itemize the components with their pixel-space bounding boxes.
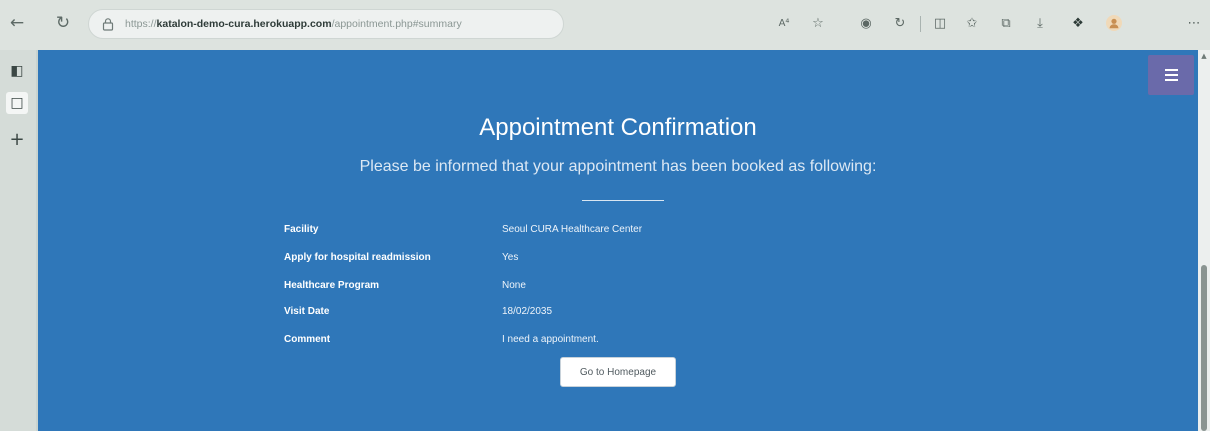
refresh-icon[interactable]: ↻ bbox=[52, 12, 74, 34]
detail-label: Visit Date bbox=[284, 306, 330, 317]
split-screen-icon[interactable]: ◫ bbox=[930, 13, 950, 33]
favorite-icon[interactable]: ☆ bbox=[808, 13, 828, 33]
lock-icon[interactable] bbox=[101, 17, 115, 31]
toolbar-divider bbox=[920, 16, 921, 32]
menu-toggle-button[interactable] bbox=[1148, 55, 1194, 95]
copilot-icon[interactable]: ↻ bbox=[890, 13, 910, 33]
detail-value: None bbox=[502, 280, 526, 291]
detail-row-facility: Facility Seoul CURA Healthcare Center bbox=[284, 224, 884, 242]
detail-label: Facility bbox=[284, 224, 319, 235]
url-protocol: https:// bbox=[125, 18, 157, 30]
browser-toolbar: ← ↻ https:// katalon-demo-cura.herokuapp… bbox=[0, 0, 1210, 50]
scrollbar[interactable]: ▲ bbox=[1198, 50, 1210, 431]
page-subtitle: Please be informed that your appointment… bbox=[359, 158, 877, 175]
vertical-tab-strip: ◧ □ + bbox=[0, 50, 36, 431]
back-icon[interactable]: ← bbox=[6, 12, 28, 34]
detail-label: Apply for hospital readmission bbox=[284, 252, 431, 263]
extension-puzzle-icon[interactable]: ❖ bbox=[1068, 13, 1088, 33]
detail-row-program: Healthcare Program None bbox=[284, 280, 884, 298]
url-host: katalon-demo-cura.herokuapp.com bbox=[156, 18, 332, 30]
new-tab-icon[interactable]: + bbox=[6, 128, 28, 150]
more-icon[interactable]: ⋯ bbox=[1184, 13, 1204, 33]
detail-label: Healthcare Program bbox=[284, 280, 380, 291]
go-to-homepage-button[interactable]: Go to Homepage bbox=[560, 357, 676, 387]
detail-value: I need a appointment. bbox=[502, 334, 599, 345]
profile-icon[interactable] bbox=[1104, 13, 1124, 33]
page-title: Appointment Confirmation bbox=[479, 114, 757, 141]
detail-value: Yes bbox=[502, 252, 519, 263]
url-path: /appointment.php#summary bbox=[331, 18, 462, 30]
detail-value: Seoul CURA Healthcare Center bbox=[502, 224, 643, 235]
detail-label: Comment bbox=[284, 334, 331, 345]
menu-bar-icon bbox=[1164, 74, 1178, 76]
scroll-up-icon[interactable]: ▲ bbox=[1200, 52, 1208, 60]
extension-icon[interactable]: ◉ bbox=[856, 13, 876, 33]
page-icon[interactable]: □ bbox=[6, 92, 28, 114]
detail-row-visit-date: Visit Date 18/02/2035 bbox=[284, 306, 884, 324]
detail-row-comment: Comment I need a appointment. bbox=[284, 334, 884, 352]
appointment-summary-page: Appointment Confirmation Please be infor… bbox=[38, 50, 1198, 431]
favorites-bar-icon[interactable]: ✩ bbox=[962, 13, 982, 33]
tab-actions-icon[interactable]: ◧ bbox=[6, 60, 28, 82]
scroll-thumb[interactable] bbox=[1201, 265, 1207, 431]
read-aloud-icon[interactable]: A⁴ bbox=[774, 13, 794, 33]
menu-bar-icon bbox=[1164, 79, 1178, 81]
address-bar[interactable]: https:// katalon-demo-cura.herokuapp.com… bbox=[88, 9, 564, 39]
detail-value: 18/02/2035 bbox=[502, 306, 553, 317]
detail-row-readmission: Apply for hospital readmission Yes bbox=[284, 252, 884, 270]
menu-bar-icon bbox=[1164, 69, 1178, 71]
download-icon[interactable]: ⤓ bbox=[1030, 13, 1050, 33]
title-divider bbox=[582, 200, 664, 201]
collections-icon[interactable]: ⧉ bbox=[996, 13, 1016, 33]
